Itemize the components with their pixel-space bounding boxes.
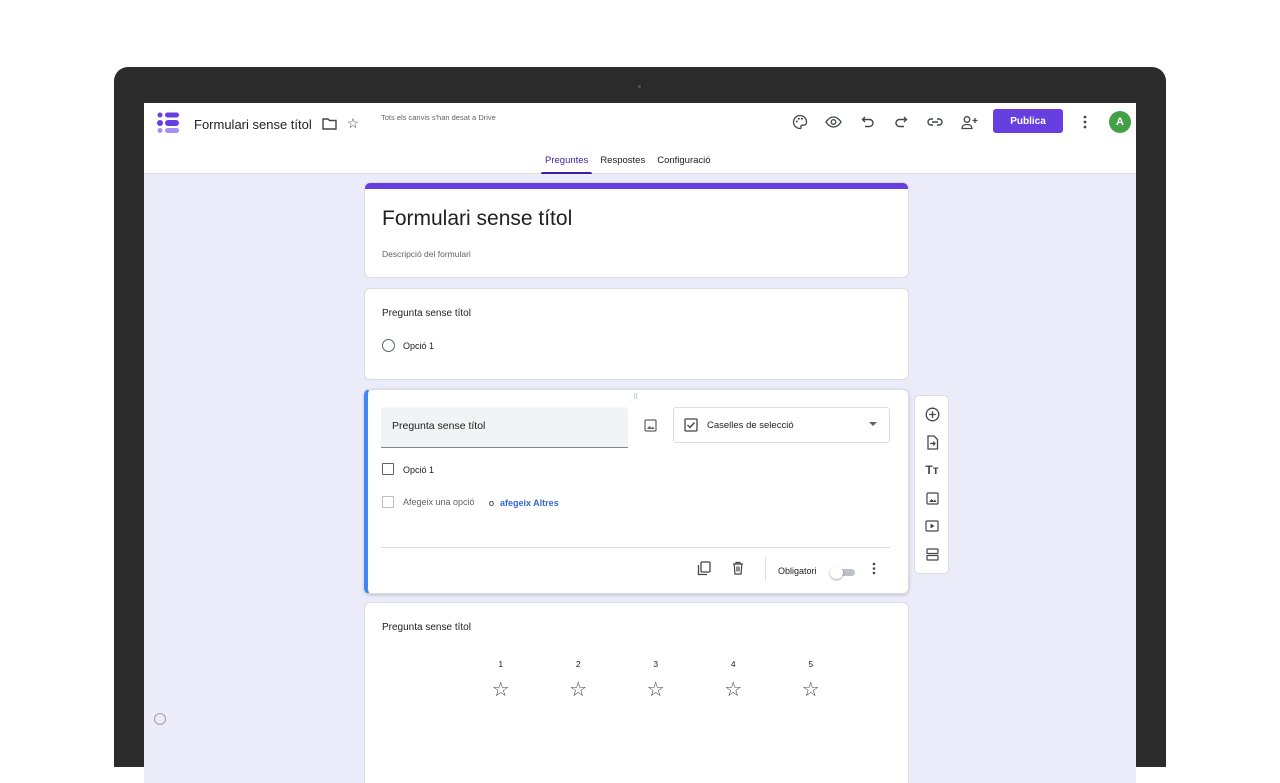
side-toolbar: Tт — [914, 395, 949, 574]
checkbox — [382, 463, 394, 475]
required-toggle[interactable] — [830, 566, 856, 579]
tab-bar: Preguntes Respostes Configuració — [541, 154, 719, 174]
add-image-icon[interactable] — [923, 489, 941, 507]
preview-icon[interactable] — [823, 112, 843, 132]
rating-item: 4 ☆ — [695, 659, 773, 701]
add-collaborator-icon[interactable] — [959, 112, 979, 132]
add-title-icon[interactable]: Tт — [923, 461, 941, 479]
publish-button[interactable]: Publica — [993, 109, 1063, 133]
divider — [381, 547, 890, 548]
add-question-icon[interactable] — [923, 405, 941, 423]
star-icon[interactable]: ☆ — [724, 679, 742, 701]
forms-logo-icon[interactable] — [156, 112, 180, 134]
checkbox-type-icon — [684, 418, 698, 432]
chevron-down-icon — [869, 422, 877, 426]
screen: Formulari sense títol ☆ Tots els canvis … — [144, 103, 1136, 783]
question-type-dropdown[interactable]: Caselles de selecció — [673, 407, 890, 443]
radio-button — [382, 339, 395, 352]
active-question-card[interactable]: ⠿ Pregunta sense títol Caselles de selec… — [364, 389, 909, 594]
tab-responses[interactable]: Respostes — [596, 154, 649, 174]
add-section-icon[interactable] — [923, 545, 941, 563]
star-icon[interactable]: ☆ — [569, 679, 587, 701]
footer-separator — [765, 557, 766, 581]
toggle-knob — [830, 566, 843, 579]
more-vert-icon[interactable] — [868, 560, 880, 576]
header: Formulari sense títol ☆ Tots els canvis … — [144, 103, 1136, 174]
rating-number: 5 — [808, 659, 814, 669]
question-card[interactable]: Pregunta sense títol Opció 1 — [364, 288, 909, 380]
rating-item: 1 ☆ — [462, 659, 540, 701]
question-title-value: Pregunta sense títol — [392, 420, 486, 432]
link-icon[interactable] — [925, 112, 945, 132]
form-description[interactable]: Descripció del formulari — [382, 249, 471, 259]
add-image-icon[interactable] — [642, 417, 658, 433]
tab-settings[interactable]: Configuració — [653, 154, 714, 174]
question-title-input[interactable]: Pregunta sense títol — [381, 407, 628, 448]
camera-dot — [638, 85, 641, 88]
redo-icon[interactable] — [891, 112, 911, 132]
drag-handle-icon[interactable]: ⠿ — [633, 393, 639, 401]
add-video-icon[interactable] — [923, 517, 941, 535]
undo-icon[interactable] — [858, 112, 878, 132]
avatar[interactable]: A — [1109, 111, 1131, 133]
rating-question-card[interactable]: Pregunta sense títol 1 ☆ 2 ☆ 3 ☆ 4 ☆ 5 ☆ — [364, 602, 909, 783]
star-icon[interactable]: ☆ — [492, 679, 510, 701]
form-title[interactable]: Formulari sense títol — [382, 207, 572, 231]
question-title: Pregunta sense títol — [382, 622, 471, 633]
rating-item: 3 ☆ — [617, 659, 695, 701]
folder-icon[interactable] — [320, 114, 338, 132]
rating-item: 5 ☆ — [772, 659, 850, 701]
import-questions-icon[interactable] — [923, 433, 941, 451]
add-option-link[interactable]: Afegeix una opció — [403, 497, 475, 507]
rating-scale: 1 ☆ 2 ☆ 3 ☆ 4 ☆ 5 ☆ — [462, 659, 850, 701]
palette-icon[interactable] — [790, 112, 810, 132]
rating-item: 2 ☆ — [540, 659, 618, 701]
document-title[interactable]: Formulari sense títol — [194, 117, 312, 132]
question-type-label: Caselles de selecció — [707, 420, 794, 431]
rating-number: 1 — [498, 659, 504, 669]
star-icon[interactable]: ☆ — [647, 679, 665, 701]
save-status: Tots els canvis s'han desat a Drive — [381, 113, 496, 122]
laptop-frame: Formulari sense títol ☆ Tots els canvis … — [114, 67, 1166, 783]
form-title-card[interactable]: Formulari sense títol Descripció del for… — [364, 182, 909, 278]
delete-icon[interactable] — [730, 560, 746, 576]
title-card-accent — [365, 183, 908, 189]
rating-number: 2 — [575, 659, 581, 669]
tab-questions[interactable]: Preguntes — [541, 154, 593, 174]
checkbox — [382, 496, 394, 508]
add-other-link[interactable]: afegeix Altres — [500, 498, 559, 508]
option-label[interactable]: Opció 1 — [403, 465, 434, 475]
star-icon[interactable]: ☆ — [802, 679, 820, 701]
help-icon[interactable] — [154, 713, 166, 725]
option-label: Opció 1 — [403, 341, 435, 351]
duplicate-icon[interactable] — [696, 560, 712, 576]
rating-number: 3 — [653, 659, 659, 669]
more-vert-icon[interactable] — [1077, 112, 1093, 132]
star-icon[interactable]: ☆ — [344, 114, 362, 132]
question-title: Pregunta sense títol — [382, 308, 471, 319]
or-text: o — [489, 498, 495, 508]
rating-number: 4 — [730, 659, 736, 669]
required-label: Obligatori — [778, 566, 817, 576]
